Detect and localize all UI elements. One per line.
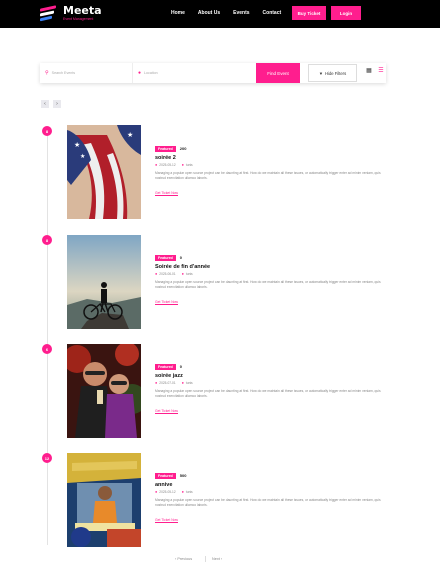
nav-contact[interactable]: Contact [263, 10, 282, 16]
timeline-date-dot: 6 [42, 344, 52, 354]
calendar-icon: ● [155, 163, 158, 167]
event-location: tunis [185, 381, 193, 385]
event-description: Managing a popular open source project c… [155, 171, 381, 180]
get-ticket-link[interactable]: Get Ticket Now [155, 300, 178, 304]
event-description: Managing a popular open source project c… [155, 498, 381, 507]
location-pin-icon: ● [181, 163, 184, 167]
event-date: 2025-05-12 [159, 490, 176, 494]
featured-badge: Featured [155, 472, 176, 479]
location-input[interactable]: ● Location [132, 63, 256, 83]
timeline-date-dot: 8 [42, 235, 52, 245]
location-pin-icon: ● [181, 381, 184, 385]
event-title[interactable]: annive [155, 482, 385, 488]
event-location: tunis [185, 490, 193, 494]
event-details: Featured 0 soirée jazz ● 2025-07-01 ● tu… [155, 363, 385, 417]
event-title[interactable]: soirée jazz [155, 373, 385, 379]
search-icon: ⚲ [45, 70, 49, 76]
event-details: Featured 200 soirée 2 ● 2025-05-12 ● tun… [155, 145, 385, 199]
brand-name: Meeta [63, 4, 102, 17]
event-details: Featured 500 annive ● 2025-05-12 ● tunis… [155, 472, 385, 526]
timeline-line [47, 130, 48, 545]
hide-filters-label: Hide Filters [324, 70, 347, 76]
previous-label: Previous [177, 557, 193, 561]
featured-badge: Featured [155, 363, 176, 370]
list-view-icon[interactable]: ☰ [376, 67, 386, 77]
buy-ticket-button[interactable]: Buy Ticket [292, 6, 326, 20]
get-ticket-link[interactable]: Get Ticket Now [155, 191, 178, 195]
location-pin-icon: ● [181, 490, 184, 494]
get-ticket-link[interactable]: Get Ticket Now [155, 518, 178, 522]
event-image[interactable] [67, 453, 141, 547]
top-navbar: Meeta Event Management Home About Us Eve… [0, 0, 440, 28]
next-arrow-icon[interactable]: › [53, 100, 61, 108]
search-placeholder: Search Events [51, 71, 76, 75]
svg-text:★: ★ [80, 153, 85, 160]
nav-about-us[interactable]: About Us [198, 10, 220, 16]
nav-events[interactable]: Events [233, 10, 249, 16]
calendar-icon: ● [155, 272, 158, 276]
event-date: 2025-06-01 [159, 272, 176, 276]
hide-filters-button[interactable]: ▼ Hide Filters [308, 64, 357, 82]
calendar-icon: ● [155, 381, 158, 385]
chevron-right-icon: › [219, 557, 223, 561]
next-label: Next [212, 557, 220, 561]
attendee-count: 500 [179, 473, 187, 478]
pagination-previous[interactable]: ‹ Previous [175, 557, 192, 561]
attendee-count: 0 [179, 364, 183, 369]
calendar-icon: ● [155, 490, 158, 494]
prev-arrow-icon[interactable]: ‹ [41, 100, 49, 108]
find-event-button[interactable]: Find Event [256, 63, 300, 83]
attendee-count: 200 [179, 146, 187, 151]
location-pin-icon: ● [138, 70, 142, 76]
attendee-count: 0 [179, 255, 183, 260]
event-details: Featured 0 Soirée de fin d'année ● 2025-… [155, 254, 385, 308]
logo-icon [40, 5, 58, 22]
pagination-next[interactable]: Next › [212, 557, 222, 561]
event-image[interactable] [67, 344, 141, 438]
event-date: 2025-07-01 [159, 381, 176, 385]
event-image[interactable]: ★ ★ ★ [67, 125, 141, 219]
featured-badge: Featured [155, 145, 176, 152]
svg-text:★: ★ [74, 141, 80, 149]
event-location: tunis [185, 163, 193, 167]
featured-badge: Featured [155, 254, 176, 261]
event-image[interactable] [67, 235, 141, 329]
event-date: 2025-05-12 [159, 163, 176, 167]
nav-home[interactable]: Home [171, 10, 185, 16]
main-nav: Home About Us Events Contact [171, 10, 294, 16]
search-input[interactable]: ⚲ Search Events [45, 63, 127, 83]
location-pin-icon: ● [181, 272, 184, 276]
login-button[interactable]: Login [331, 6, 361, 20]
timeline-date-dot: 12 [42, 453, 52, 463]
get-ticket-link[interactable]: Get Ticket Now [155, 409, 178, 413]
pagination-divider [205, 556, 206, 562]
filter-icon: ▼ [318, 70, 323, 76]
location-placeholder: Location [144, 71, 158, 75]
svg-text:★: ★ [127, 131, 133, 139]
brand-logo[interactable]: Meeta Event Management [40, 5, 102, 22]
event-title[interactable]: soirée 2 [155, 155, 385, 161]
event-description: Managing a popular open source project c… [155, 280, 381, 289]
timeline-date-dot: 8 [42, 126, 52, 136]
grid-view-icon[interactable]: ▦ [364, 67, 374, 77]
event-location: tunis [185, 272, 193, 276]
event-title[interactable]: Soirée de fin d'année [155, 264, 385, 270]
event-description: Managing a popular open source project c… [155, 389, 381, 398]
brand-tagline: Event Management [63, 17, 94, 21]
